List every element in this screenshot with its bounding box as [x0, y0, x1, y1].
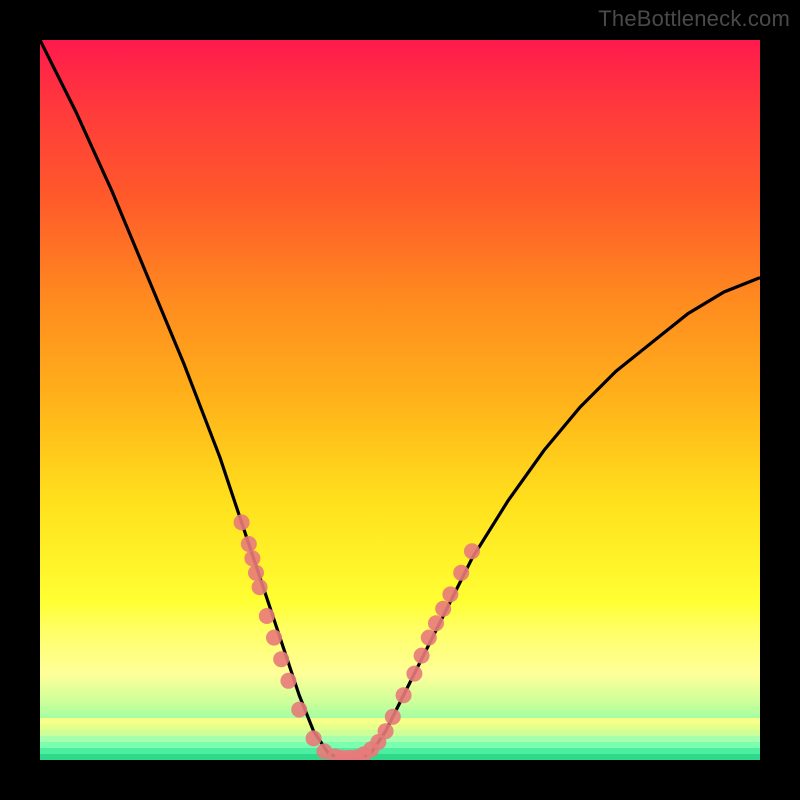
data-marker [306, 730, 322, 746]
data-marker [234, 514, 250, 530]
data-marker [259, 608, 275, 624]
data-marker [385, 709, 401, 725]
data-marker [273, 651, 289, 667]
chart-frame: TheBottleneck.com [0, 0, 800, 800]
plot-area [40, 40, 760, 760]
data-marker [435, 601, 451, 617]
data-marker [280, 673, 296, 689]
data-marker [442, 586, 458, 602]
data-marker [266, 630, 282, 646]
data-marker [421, 630, 437, 646]
data-marker [428, 615, 444, 631]
data-marker [252, 579, 268, 595]
curve-svg [40, 40, 760, 760]
data-marker [414, 648, 430, 664]
watermark-text: TheBottleneck.com [598, 6, 790, 32]
data-marker [248, 565, 264, 581]
data-marker [291, 702, 307, 718]
data-marker [378, 723, 394, 739]
data-marker [244, 550, 260, 566]
marker-group [234, 514, 480, 760]
data-marker [464, 543, 480, 559]
data-marker [396, 687, 412, 703]
data-marker [406, 666, 422, 682]
bottleneck-curve [40, 40, 760, 760]
data-marker [241, 536, 257, 552]
data-marker [453, 565, 469, 581]
